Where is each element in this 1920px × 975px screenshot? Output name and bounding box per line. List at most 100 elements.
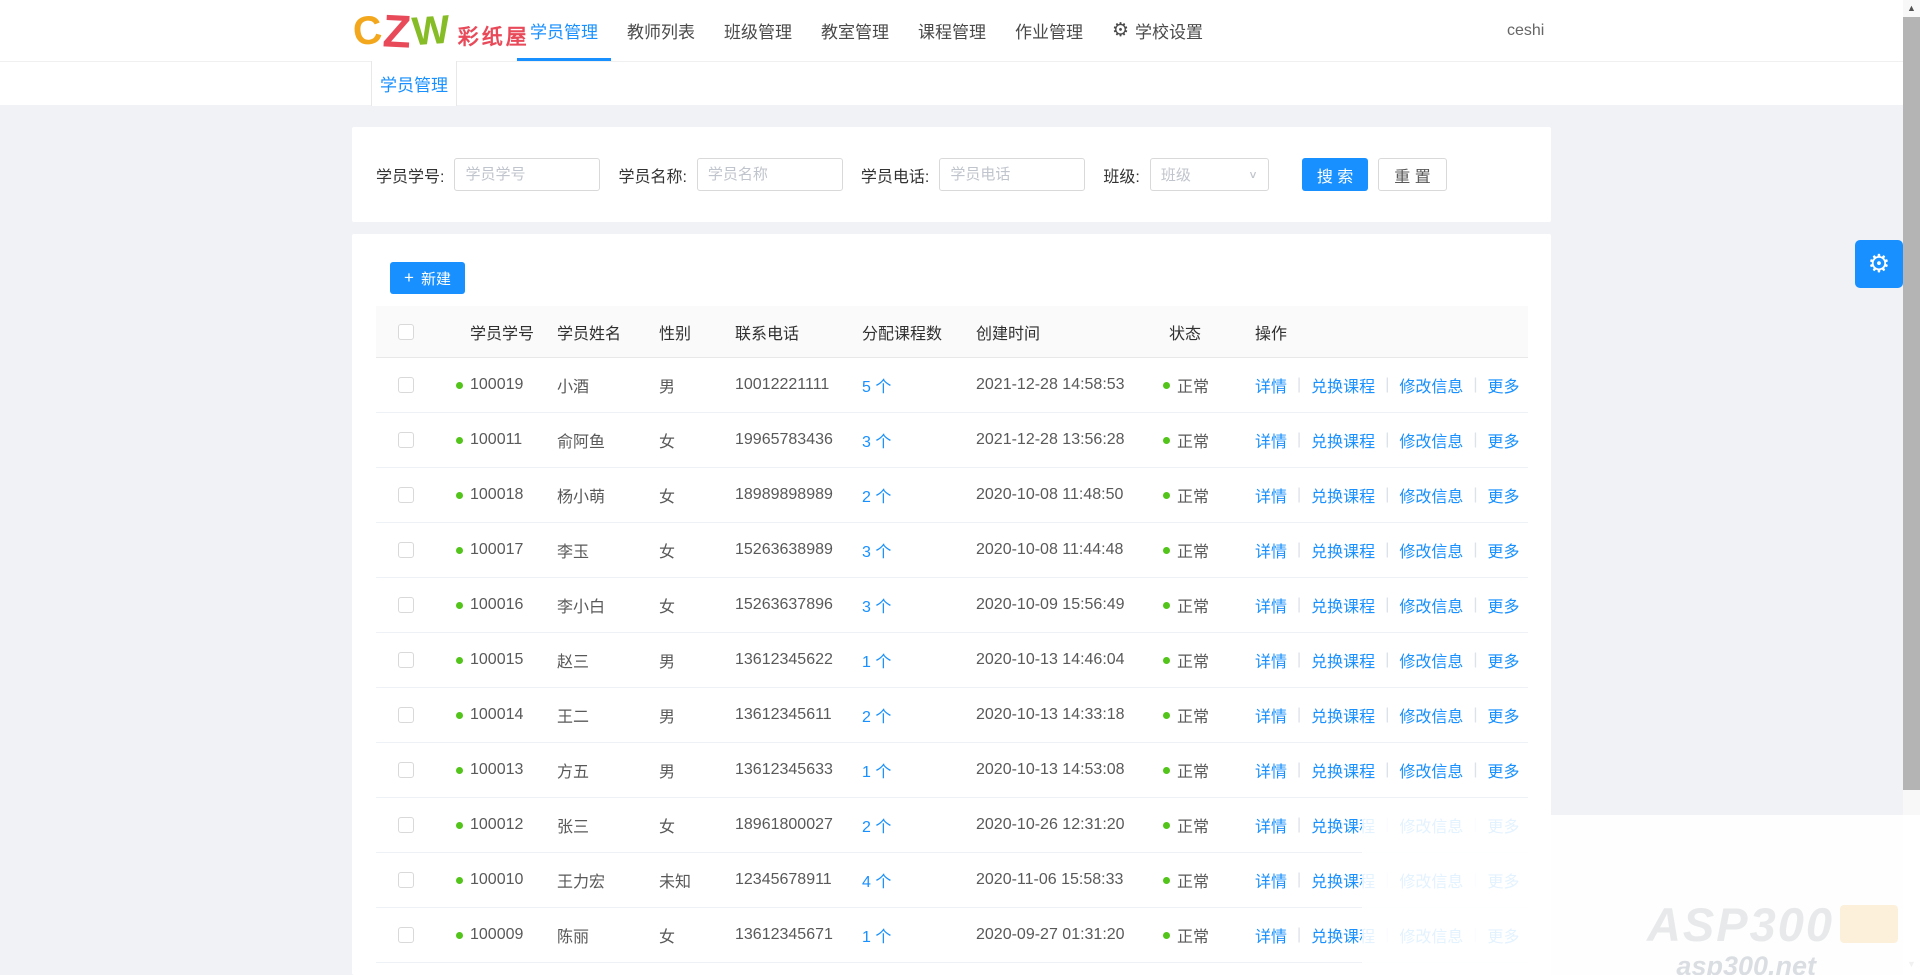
new-student-button[interactable]: + 新建 xyxy=(390,262,465,294)
search-panel: 学员学号:学员名称:学员电话:班级:班级∨ 搜 索 重 置 xyxy=(352,127,1551,222)
action-separator: | xyxy=(1385,706,1389,724)
action-detail[interactable]: 详情 xyxy=(1255,538,1287,562)
row-checkbox[interactable] xyxy=(398,487,414,503)
action-detail[interactable]: 详情 xyxy=(1255,373,1287,397)
action-detail[interactable]: 详情 xyxy=(1255,868,1287,892)
action-exchange-course[interactable]: 兑换课程 xyxy=(1311,593,1375,617)
cell-status: 正常 xyxy=(1163,483,1255,507)
action-exchange-course[interactable]: 兑换课程 xyxy=(1311,648,1375,672)
tab-student-management[interactable]: 学员管理 xyxy=(371,61,457,106)
nav-item-label: 班级管理 xyxy=(724,18,792,43)
student-id-input[interactable] xyxy=(454,158,600,191)
action-separator: | xyxy=(1297,651,1301,669)
action-edit-info[interactable]: 修改信息 xyxy=(1399,483,1463,507)
action-detail[interactable]: 详情 xyxy=(1255,648,1287,672)
course-count-link[interactable]: 2 个 xyxy=(862,709,891,726)
course-count-link[interactable]: 1 个 xyxy=(862,929,891,946)
cell-created-time: 2020-10-13 14:33:18 xyxy=(976,706,1163,724)
action-exchange-course[interactable]: 兑换课程 xyxy=(1311,703,1375,727)
cell-created-time: 2020-09-27 01:31:20 xyxy=(976,926,1163,944)
action-detail[interactable]: 详情 xyxy=(1255,703,1287,727)
row-checkbox[interactable] xyxy=(398,762,414,778)
class-select[interactable]: 班级∨ xyxy=(1150,158,1269,191)
green-dot-icon xyxy=(456,547,463,554)
scrollbar-thumb[interactable] xyxy=(1903,17,1920,790)
search-button[interactable]: 搜 索 xyxy=(1302,158,1368,191)
course-count-link[interactable]: 1 个 xyxy=(862,764,891,781)
nav-item-teachers[interactable]: 教师列表 xyxy=(627,0,695,61)
floating-settings-button[interactable]: ⚙ xyxy=(1855,240,1903,288)
action-edit-info[interactable]: 修改信息 xyxy=(1399,593,1463,617)
action-more[interactable]: 更多 xyxy=(1488,648,1520,672)
action-more[interactable]: 更多 xyxy=(1488,373,1520,397)
action-edit-info[interactable]: 修改信息 xyxy=(1399,373,1463,397)
course-count-link[interactable]: 2 个 xyxy=(862,819,891,836)
course-count-link[interactable]: 4 个 xyxy=(862,874,891,891)
row-checkbox[interactable] xyxy=(398,542,414,558)
cell-course-count: 5 个 xyxy=(862,373,976,397)
student-phone-input[interactable] xyxy=(939,158,1085,191)
action-detail[interactable]: 详情 xyxy=(1255,923,1287,947)
header-cell-ops: 操作 xyxy=(1255,320,1528,344)
action-more[interactable]: 更多 xyxy=(1488,758,1520,782)
action-detail[interactable]: 详情 xyxy=(1255,428,1287,452)
cell-student-id: 100018 xyxy=(456,486,557,504)
user-menu[interactable]: ceshi xyxy=(1507,0,1544,61)
action-exchange-course[interactable]: 兑换课程 xyxy=(1311,428,1375,452)
cell-gender: 女 xyxy=(659,483,735,507)
course-count-link[interactable]: 1 个 xyxy=(862,654,891,671)
action-edit-info[interactable]: 修改信息 xyxy=(1399,428,1463,452)
nav-item-students[interactable]: 学员管理 xyxy=(530,0,598,61)
row-checkbox[interactable] xyxy=(398,872,414,888)
action-edit-info[interactable]: 修改信息 xyxy=(1399,648,1463,672)
student-name-input[interactable] xyxy=(697,158,843,191)
action-detail[interactable]: 详情 xyxy=(1255,483,1287,507)
app-logo[interactable]: CZW 彩纸屋 xyxy=(353,6,530,56)
action-detail[interactable]: 详情 xyxy=(1255,758,1287,782)
action-detail[interactable]: 详情 xyxy=(1255,593,1287,617)
student-table: 学员学号学员姓名性别联系电话分配课程数创建时间状态操作100019小酒男1001… xyxy=(376,306,1528,975)
nav-item-courses[interactable]: 课程管理 xyxy=(918,0,986,61)
action-more[interactable]: 更多 xyxy=(1488,538,1520,562)
action-exchange-course[interactable]: 兑换课程 xyxy=(1311,758,1375,782)
nav-item-school-settings[interactable]: ⚙学校设置 xyxy=(1112,0,1203,61)
row-checkbox[interactable] xyxy=(398,927,414,943)
reset-button[interactable]: 重 置 xyxy=(1378,158,1446,191)
course-count-link[interactable]: 3 个 xyxy=(862,434,891,451)
row-checkbox[interactable] xyxy=(398,652,414,668)
cell-phone: 18989898989 xyxy=(735,486,862,504)
scroll-up-arrow-icon[interactable]: ▲ xyxy=(1903,0,1920,17)
course-count-link[interactable]: 3 个 xyxy=(862,544,891,561)
action-edit-info[interactable]: 修改信息 xyxy=(1399,538,1463,562)
course-count-link[interactable]: 3 个 xyxy=(862,599,891,616)
row-checkbox[interactable] xyxy=(398,432,414,448)
action-more[interactable]: 更多 xyxy=(1488,483,1520,507)
cell-created-time: 2020-10-08 11:44:48 xyxy=(976,541,1163,559)
select-all-checkbox[interactable] xyxy=(398,324,414,340)
cell-student-id: 100019 xyxy=(456,376,557,394)
row-checkbox[interactable] xyxy=(398,377,414,393)
action-more[interactable]: 更多 xyxy=(1488,428,1520,452)
action-exchange-course[interactable]: 兑换课程 xyxy=(1311,373,1375,397)
watermark-badge xyxy=(1840,905,1898,943)
nav-item-classrooms[interactable]: 教室管理 xyxy=(821,0,889,61)
student-id-value: 100017 xyxy=(470,541,523,559)
nav-item-classes[interactable]: 班级管理 xyxy=(724,0,792,61)
action-detail[interactable]: 详情 xyxy=(1255,813,1287,837)
action-exchange-course[interactable]: 兑换课程 xyxy=(1311,483,1375,507)
course-count-link[interactable]: 2 个 xyxy=(862,489,891,506)
action-separator: | xyxy=(1297,376,1301,394)
course-count-link[interactable]: 5 个 xyxy=(862,379,891,396)
row-checkbox[interactable] xyxy=(398,817,414,833)
action-edit-info[interactable]: 修改信息 xyxy=(1399,703,1463,727)
search-fields: 学员学号:学员名称:学员电话:班级:班级∨ xyxy=(376,158,1287,191)
nav-item-homework[interactable]: 作业管理 xyxy=(1015,0,1083,61)
action-exchange-course[interactable]: 兑换课程 xyxy=(1311,538,1375,562)
action-edit-info[interactable]: 修改信息 xyxy=(1399,758,1463,782)
row-checkbox[interactable] xyxy=(398,707,414,723)
row-checkbox[interactable] xyxy=(398,597,414,613)
main-nav: 学员管理教师列表 班级管理 教室管理课程管理作业管理 ⚙学校设置 xyxy=(530,0,1232,61)
action-more[interactable]: 更多 xyxy=(1488,593,1520,617)
action-more[interactable]: 更多 xyxy=(1488,703,1520,727)
cell-created-time: 2021-12-28 14:58:53 xyxy=(976,376,1163,394)
